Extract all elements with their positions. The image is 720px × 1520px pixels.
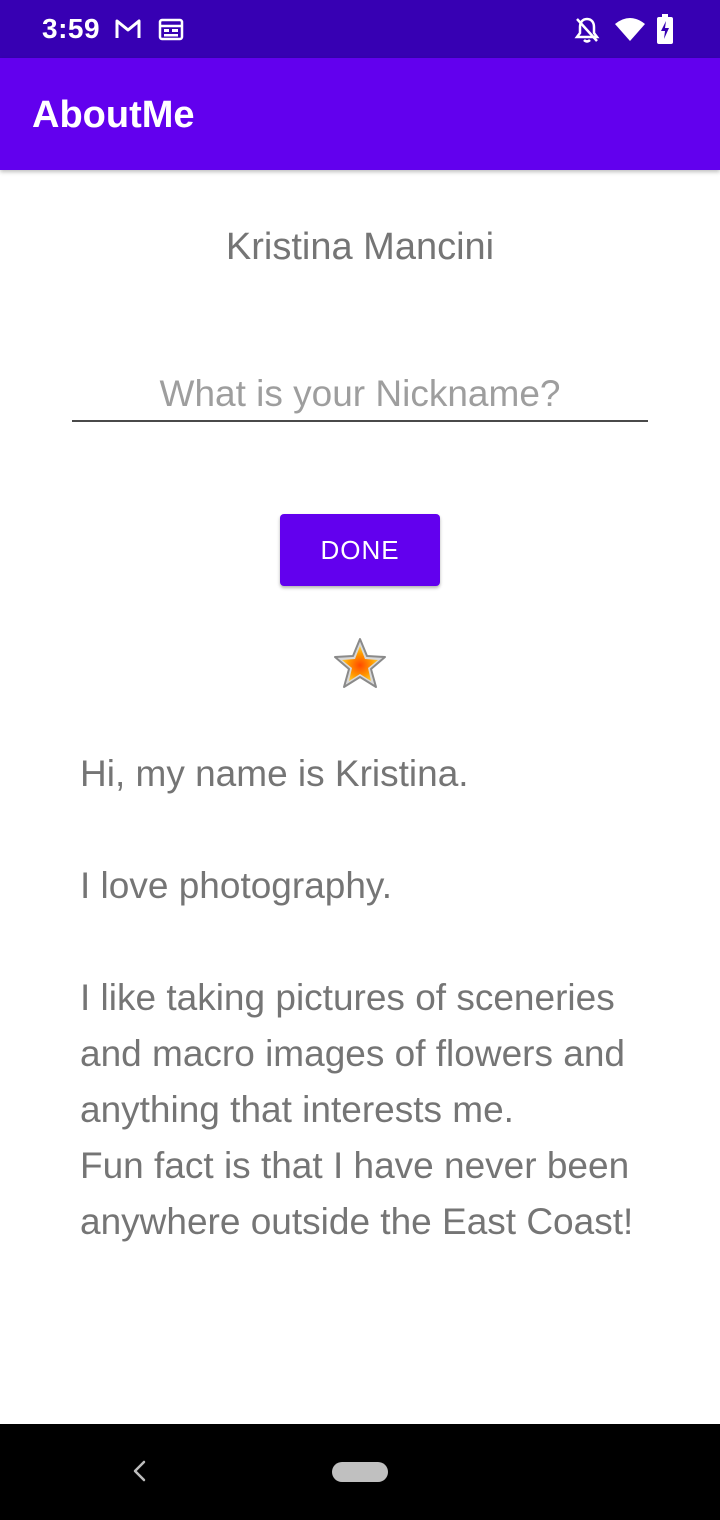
wifi-icon <box>614 16 646 42</box>
notifications-off-icon <box>574 16 600 44</box>
calendar-icon <box>158 17 184 41</box>
back-icon[interactable] <box>126 1456 152 1486</box>
done-button[interactable]: DONE <box>280 514 440 586</box>
screen: 3:59 AboutMe Kristina Mancini What is yo… <box>0 0 720 1520</box>
gmail-icon <box>114 18 142 40</box>
nickname-input[interactable] <box>72 370 648 422</box>
bio-text: Hi, my name is Kristina. I love photogra… <box>80 753 634 1242</box>
app-title: AboutMe <box>32 94 195 136</box>
battery-charging-icon <box>656 14 674 44</box>
status-time: 3:59 <box>42 13 101 44</box>
star-icon <box>332 636 388 692</box>
home-pill-icon[interactable] <box>332 1462 388 1482</box>
status-bar: 3:59 <box>0 0 720 58</box>
app-bar: AboutMe <box>0 58 720 170</box>
name-text: Kristina Mancini <box>225 226 495 268</box>
